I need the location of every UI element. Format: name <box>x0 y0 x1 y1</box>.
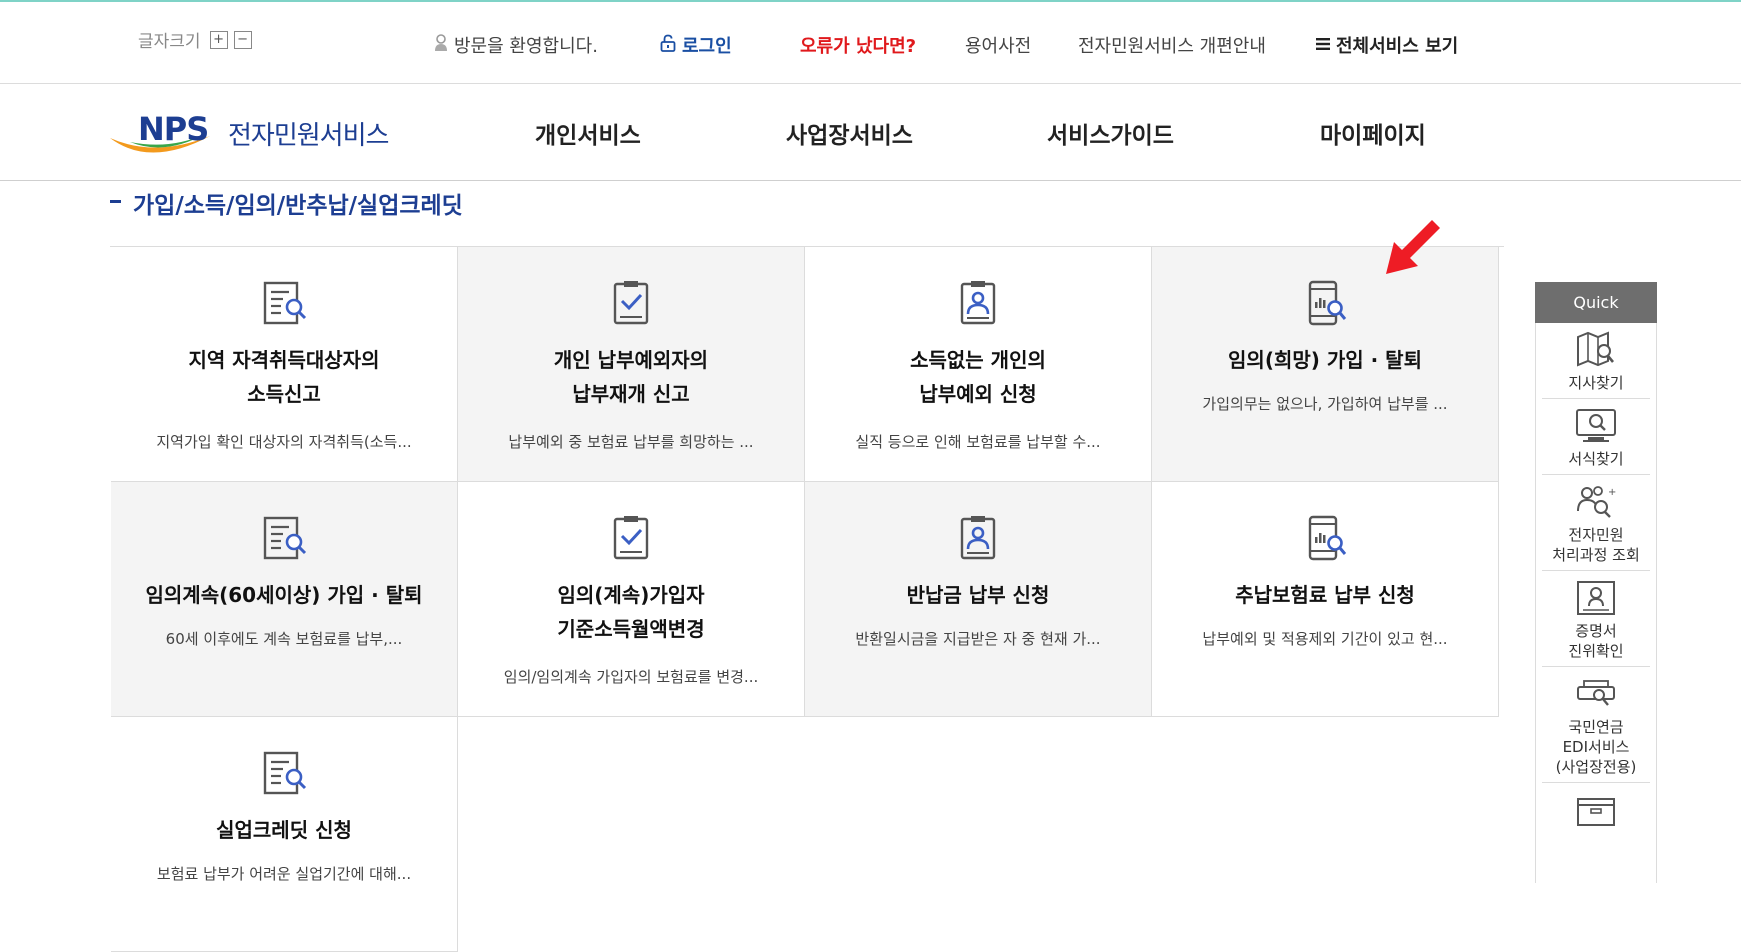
card-title: 실업크레딧 신청 <box>216 818 352 842</box>
card-description: 실직 등으로 인해 보험료를 납부할 수... <box>855 433 1101 451</box>
quick-menu: Quick 지사찾기 서식찾기 + 전자민원 처리과정 조회 증명서 진위확인 … <box>1535 282 1657 883</box>
nav-service-guide[interactable]: 서비스가이드 <box>1047 116 1174 150</box>
nav-my-page[interactable]: 마이페이지 <box>1320 116 1426 150</box>
hamburger-icon <box>1316 35 1330 56</box>
card-title: 임의계속(60세이상) 가입 · 탈퇴 <box>145 583 423 607</box>
card-continuous-voluntary-join[interactable]: 임의계속(60세이상) 가입 · 탈퇴 60세 이후에도 계속 보험료를 납부,… <box>111 482 458 717</box>
card-title: 개인 납부예외자의 납부재개 신고 <box>553 348 709 406</box>
nav-personal-service[interactable]: 개인서비스 <box>535 116 641 150</box>
logo-service-name: 전자민원서비스 <box>228 121 389 151</box>
card-payment-exception-apply[interactable]: 소득없는 개인의 납부예외 신청 실직 등으로 인해 보험료를 납부할 수... <box>805 247 1152 482</box>
card-standard-income-change[interactable]: 임의(계속)가입자 기준소득월액변경 임의/임의계속 가입자의 보험료를 변경.… <box>458 482 805 717</box>
document-search-icon <box>263 751 307 795</box>
lock-icon <box>660 34 676 57</box>
card-title: 임의(계속)가입자 기준소득월액변경 <box>557 583 705 641</box>
card-description: 60세 이후에도 계속 보험료를 납부,... <box>165 630 403 648</box>
quick-certificate-verify[interactable]: 증명서 진위확인 <box>1542 571 1650 667</box>
clipboard-check-icon <box>613 516 649 560</box>
renewal-guide-link[interactable]: 전자민원서비스 개편안내 <box>1078 32 1266 58</box>
card-title: 추납보험료 납부 신청 <box>1235 583 1415 607</box>
card-description: 납부예외 및 적용제외 기간이 있고 현... <box>1202 630 1448 648</box>
welcome-message: 방문을 환영합니다. <box>434 32 598 58</box>
quick-edi-service[interactable]: 국민연금 EDI서비스 (사업장전용) <box>1542 667 1650 783</box>
id-card-person-icon <box>960 516 996 560</box>
card-description: 가입의무는 없으나, 가입하여 납부를 ... <box>1202 395 1448 413</box>
quick-item-label: 국민연금 EDI서비스 (사업장전용) <box>1555 718 1637 776</box>
quick-more-item[interactable] <box>1542 783 1650 838</box>
login-link[interactable]: 로그인 <box>660 32 732 58</box>
error-report-link[interactable]: 오류가 났다면? <box>800 32 916 58</box>
quick-menu-title: Quick <box>1535 282 1657 323</box>
welcome-text: 방문을 환영합니다. <box>454 36 598 57</box>
card-description: 지역가입 확인 대상자의 자격취득(소득... <box>156 433 412 451</box>
card-late-payment-apply[interactable]: 추납보험료 납부 신청 납부예외 및 적용제외 기간이 있고 현... <box>1152 482 1499 717</box>
card-title: 반납금 납부 신청 <box>906 583 1050 607</box>
card-title: 소득없는 개인의 납부예외 신청 <box>910 348 1046 406</box>
card-description: 임의/임의계속 가입자의 보험료를 변경... <box>503 668 759 686</box>
card-title: 임의(희망) 가입 · 탈퇴 <box>1228 348 1422 372</box>
document-search-icon <box>263 516 307 560</box>
card-payment-resume-report[interactable]: 개인 납부예외자의 납부재개 신고 납부예외 중 보험료 납부를 희망하는 ..… <box>458 247 805 482</box>
mobile-chart-search-icon <box>1308 515 1347 561</box>
quick-menu-list: 지사찾기 서식찾기 + 전자민원 처리과정 조회 증명서 진위확인 국민연금 E… <box>1535 323 1657 883</box>
quick-form-finder[interactable]: 서식찾기 <box>1542 399 1650 475</box>
font-decrease-button[interactable]: − <box>233 30 252 49</box>
font-size-control: 글자크기 + − <box>138 27 252 52</box>
card-regional-income-report[interactable]: 지역 자격취득대상자의 소득신고 지역가입 확인 대상자의 자격취득(소득... <box>111 247 458 482</box>
all-services-label: 전체서비스 보기 <box>1336 36 1459 57</box>
monitor-search-icon <box>1576 409 1616 442</box>
quick-item-label: 지사찾기 <box>1568 374 1624 392</box>
nav-workplace-service[interactable]: 사업장서비스 <box>786 116 913 150</box>
quick-item-label: 전자민원 처리과정 조회 <box>1552 526 1640 564</box>
card-voluntary-join-withdraw[interactable]: 임의(희망) 가입 · 탈퇴 가입의무는 없으나, 가입하여 납부를 ... <box>1152 247 1499 482</box>
quick-branch-finder[interactable]: 지사찾기 <box>1542 323 1650 399</box>
section-title-text: 가입/소득/임의/반추납/실업크레딧 <box>133 193 463 219</box>
title-dash <box>110 200 121 203</box>
card-refund-payment-apply[interactable]: 반납금 납부 신청 반환일시금을 지급받은 자 중 현재 가... <box>805 482 1152 717</box>
svg-text:+: + <box>1608 487 1616 498</box>
document-search-icon <box>263 281 307 325</box>
service-card-grid: 지역 자격취득대상자의 소득신고 지역가입 확인 대상자의 자격취득(소득...… <box>110 246 1504 952</box>
section-title: 가입/소득/임의/반추납/실업크레딧 <box>110 186 463 220</box>
id-card-person-icon <box>960 281 996 325</box>
quick-item-label: 증명서 진위확인 <box>1568 622 1624 660</box>
box-icon <box>1577 798 1615 826</box>
quick-item-label: 서식찾기 <box>1568 450 1624 468</box>
people-search-icon: + <box>1577 486 1616 518</box>
header: NPS 전자민원서비스 개인서비스 사업장서비스 서비스가이드 마이페이지 <box>0 84 1741 181</box>
nps-logo[interactable]: NPS 전자민원서비스 <box>110 102 400 166</box>
edi-device-icon <box>1577 680 1615 706</box>
quick-process-inquiry[interactable]: + 전자민원 처리과정 조회 <box>1542 475 1650 571</box>
card-description: 보험료 납부가 어려운 실업기간에 대해... <box>156 865 412 883</box>
login-label: 로그인 <box>682 36 732 57</box>
card-description: 반환일시금을 지급받은 자 중 현재 가... <box>855 630 1101 648</box>
map-search-icon <box>1577 331 1614 367</box>
certificate-icon <box>1577 581 1615 615</box>
card-title: 지역 자격취득대상자의 소득신고 <box>188 348 380 406</box>
utility-bar: 글자크기 + − 방문을 환영합니다. 로그인 오류가 났다면? 용어사전 전자… <box>0 2 1741 84</box>
dictionary-link[interactable]: 용어사전 <box>965 32 1031 58</box>
card-unemployment-credit-apply[interactable]: 실업크레딧 신청 보험료 납부가 어려운 실업기간에 대해... <box>111 717 458 952</box>
font-size-label: 글자크기 <box>138 32 201 52</box>
clipboard-check-icon <box>613 281 649 325</box>
all-services-link[interactable]: 전체서비스 보기 <box>1316 32 1458 58</box>
red-arrow-pointer-icon <box>1386 220 1440 274</box>
mobile-chart-search-icon <box>1308 280 1347 326</box>
user-icon <box>434 33 448 57</box>
card-description: 납부예외 중 보험료 납부를 희망하는 ... <box>508 433 754 451</box>
font-increase-button[interactable]: + <box>209 30 228 49</box>
logo-mark: NPS <box>138 110 209 148</box>
